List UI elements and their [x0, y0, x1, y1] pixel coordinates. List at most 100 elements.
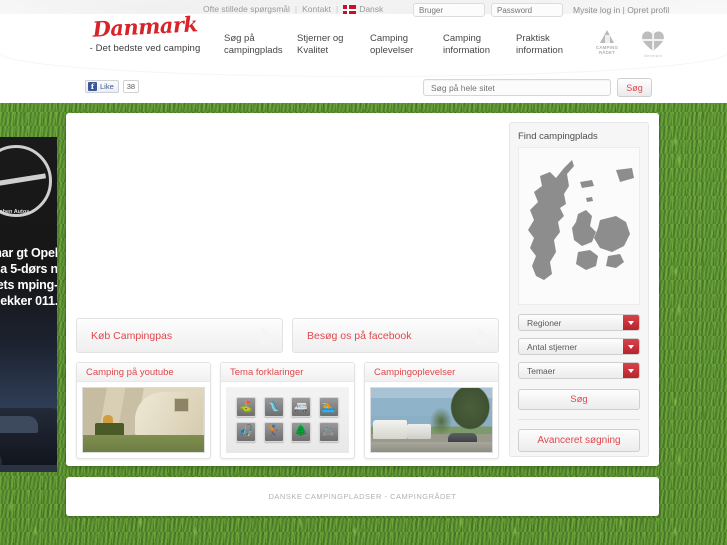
mysite-login-link[interactable]: Mysite log in	[573, 5, 620, 15]
logo-wordmark: Danmark	[91, 11, 199, 42]
facebook-like-button[interactable]: f Like	[85, 80, 119, 93]
nav-label-line1: Søg på	[224, 33, 255, 44]
site-search-button[interactable]: Søg	[617, 78, 652, 97]
opel-logo-icon	[0, 145, 52, 217]
main-column: Køb Campingpas Besøg os på facebook Camp…	[66, 113, 506, 466]
select-regioner[interactable]: Regioner	[518, 314, 640, 331]
create-profile-link[interactable]: | Opret profil	[623, 5, 670, 15]
ad-ground	[0, 465, 57, 472]
buy-campingpas-button[interactable]: Køb Campingpas	[76, 318, 283, 353]
language-label: Dansk	[359, 4, 384, 14]
panel-body: ⛳ 🛝 🚐 🏊 🎣 🏌 🌲 🚲	[221, 382, 354, 458]
rv-shape-2	[407, 423, 432, 440]
sidebar-search-button[interactable]: Søg	[518, 389, 640, 410]
fishing-icon[interactable]: 🎣	[236, 421, 257, 442]
caravan-window	[173, 398, 190, 413]
panel-campingoplevelser[interactable]: Campingoplevelser	[364, 362, 499, 459]
select-temaer[interactable]: Temaer	[518, 362, 640, 379]
promo-row: Køb Campingpas Besøg os på facebook	[76, 318, 499, 353]
panel-camping-youtube[interactable]: Camping på youtube	[76, 362, 211, 459]
campingraadet-logo[interactable]: CAMPING RÅDET	[592, 30, 622, 55]
cycling-icon[interactable]: 🚲	[318, 421, 339, 442]
advanced-search-button[interactable]: Avanceret søgning	[518, 429, 640, 452]
nav-item-stjerner-og-kvalitet[interactable]: Stjerner og Kvalitet	[297, 33, 354, 56]
nav-item-camping-information[interactable]: Camping information	[443, 33, 500, 56]
chevron-down-icon[interactable]	[623, 363, 639, 378]
playground-icon[interactable]: 🛝	[263, 397, 284, 417]
hero-banner[interactable]	[76, 120, 499, 318]
sidebar: Find campingplads Regioner Antal stjerne…	[506, 113, 659, 466]
content-card: Køb Campingpas Besøg os på facebook Camp…	[66, 113, 659, 466]
ad-brand-text: leben Autos.	[0, 209, 31, 215]
arrow-right-icon	[261, 326, 274, 345]
facebook-like-count: 38	[122, 80, 140, 93]
chevron-down-icon[interactable]	[623, 339, 639, 354]
road-shape	[371, 441, 492, 452]
panel-title: Camping på youtube	[77, 363, 210, 382]
nav-label-line1: Praktisk	[516, 33, 550, 44]
caravan-icon[interactable]: 🚐	[291, 397, 312, 417]
site-footer: DANSKE CAMPINGPLADSER - CAMPINGRÅDET	[66, 477, 659, 516]
username-input[interactable]	[413, 3, 485, 17]
select-label: Antal stjerner	[527, 341, 578, 352]
separator-1: |	[294, 4, 298, 15]
swimming-icon[interactable]: 🏊	[318, 397, 339, 417]
tent-icon	[600, 30, 614, 43]
main-navigation: Søg på campingplads Stjerner og Kvalitet…	[224, 33, 573, 56]
separator-2: |	[335, 4, 339, 15]
top-links: Ofte stillede spørgsmål | Kontakt | Dans…	[203, 4, 384, 15]
nav-item-camping-oplevelser[interactable]: Camping oplevelser	[370, 33, 427, 56]
nav-label-line1: Stjerner og	[297, 33, 344, 44]
denmark-logo[interactable]: Denmark	[636, 30, 670, 58]
faq-link[interactable]: Ofte stillede spørgsmål	[203, 4, 290, 14]
language-selector[interactable]: Dansk	[343, 4, 384, 15]
select-label: Temaer	[527, 365, 556, 376]
campingraadet-line2: RÅDET	[598, 50, 616, 55]
promo-label: Besøg os på facebook	[307, 329, 412, 342]
search-strip: f Like 38 Søg	[0, 74, 727, 103]
login-links: Mysite log in | Opret profil	[573, 5, 669, 15]
denmark-map[interactable]	[518, 147, 640, 305]
opel-ad-banner[interactable]: leben Autos. U har gt Opel a 5-dørs n År…	[0, 137, 57, 472]
password-input[interactable]	[491, 3, 563, 17]
heart-icon	[641, 30, 665, 51]
nav-label-line2: Kvalitet	[297, 44, 329, 56]
golf-icon[interactable]: ⛳	[236, 397, 257, 417]
facebook-like-label: Like	[100, 82, 114, 91]
nav-label-line1: Camping	[443, 33, 482, 44]
denmark-label: Denmark	[643, 53, 663, 58]
login-area: Mysite log in | Opret profil	[413, 3, 669, 17]
theme-icon-grid: ⛳ 🛝 🚐 🏊 🎣 🏌 🌲 🚲	[226, 387, 349, 453]
nature-icon[interactable]: 🌲	[291, 421, 312, 442]
panel-title: Tema forklaringer	[221, 363, 354, 382]
facebook-icon: f	[88, 82, 97, 91]
site-logo[interactable]: Danmark - Det bedste ved camping	[80, 11, 210, 54]
visit-facebook-button[interactable]: Besøg os på facebook	[292, 318, 499, 353]
nav-label-line2: information	[516, 44, 563, 56]
sidebar-divider	[518, 419, 640, 420]
site-search-input[interactable]	[423, 79, 611, 96]
chevron-down-icon[interactable]	[623, 315, 639, 330]
site-search: Søg	[423, 78, 652, 97]
nav-label-line2: information	[443, 44, 490, 56]
rv-shape-1	[373, 420, 408, 440]
footer-text: DANSKE CAMPINGPLADSER - CAMPINGRÅDET	[268, 492, 457, 501]
ad-headline: U har gt Opel a 5-dørs n Årets mping- ek…	[0, 246, 57, 308]
promo-label: Køb Campingpas	[91, 329, 173, 342]
panel-row: Camping på youtube Tema forklaringer ⛳ 🛝	[76, 362, 499, 459]
nav-item-praktisk-information[interactable]: Praktisk information	[516, 33, 573, 56]
panel-body	[365, 382, 498, 458]
select-antal-stjerner[interactable]: Antal stjerner	[518, 338, 640, 355]
nav-item-soeg-paa-campingplads[interactable]: Søg på campingplads	[224, 33, 283, 56]
panel-title: Campingoplevelser	[365, 363, 498, 382]
panel-tema-forklaringer[interactable]: Tema forklaringer ⛳ 🛝 🚐 🏊 🎣 🏌 🌲 🚲	[220, 362, 355, 459]
tractor-shape	[95, 415, 125, 440]
minigolf-icon[interactable]: 🏌	[263, 421, 284, 442]
campingoplevelser-thumbnail[interactable]	[370, 387, 493, 453]
nav-label-line1: Camping	[370, 33, 409, 44]
page-container: Køb Campingpas Besøg os på facebook Camp…	[66, 113, 659, 466]
youtube-thumbnail[interactable]	[82, 387, 205, 453]
contact-link[interactable]: Kontakt	[302, 4, 331, 14]
find-campsite-card: Find campingplads Regioner Antal stjerne…	[509, 122, 649, 457]
ad-car-image	[0, 408, 57, 472]
